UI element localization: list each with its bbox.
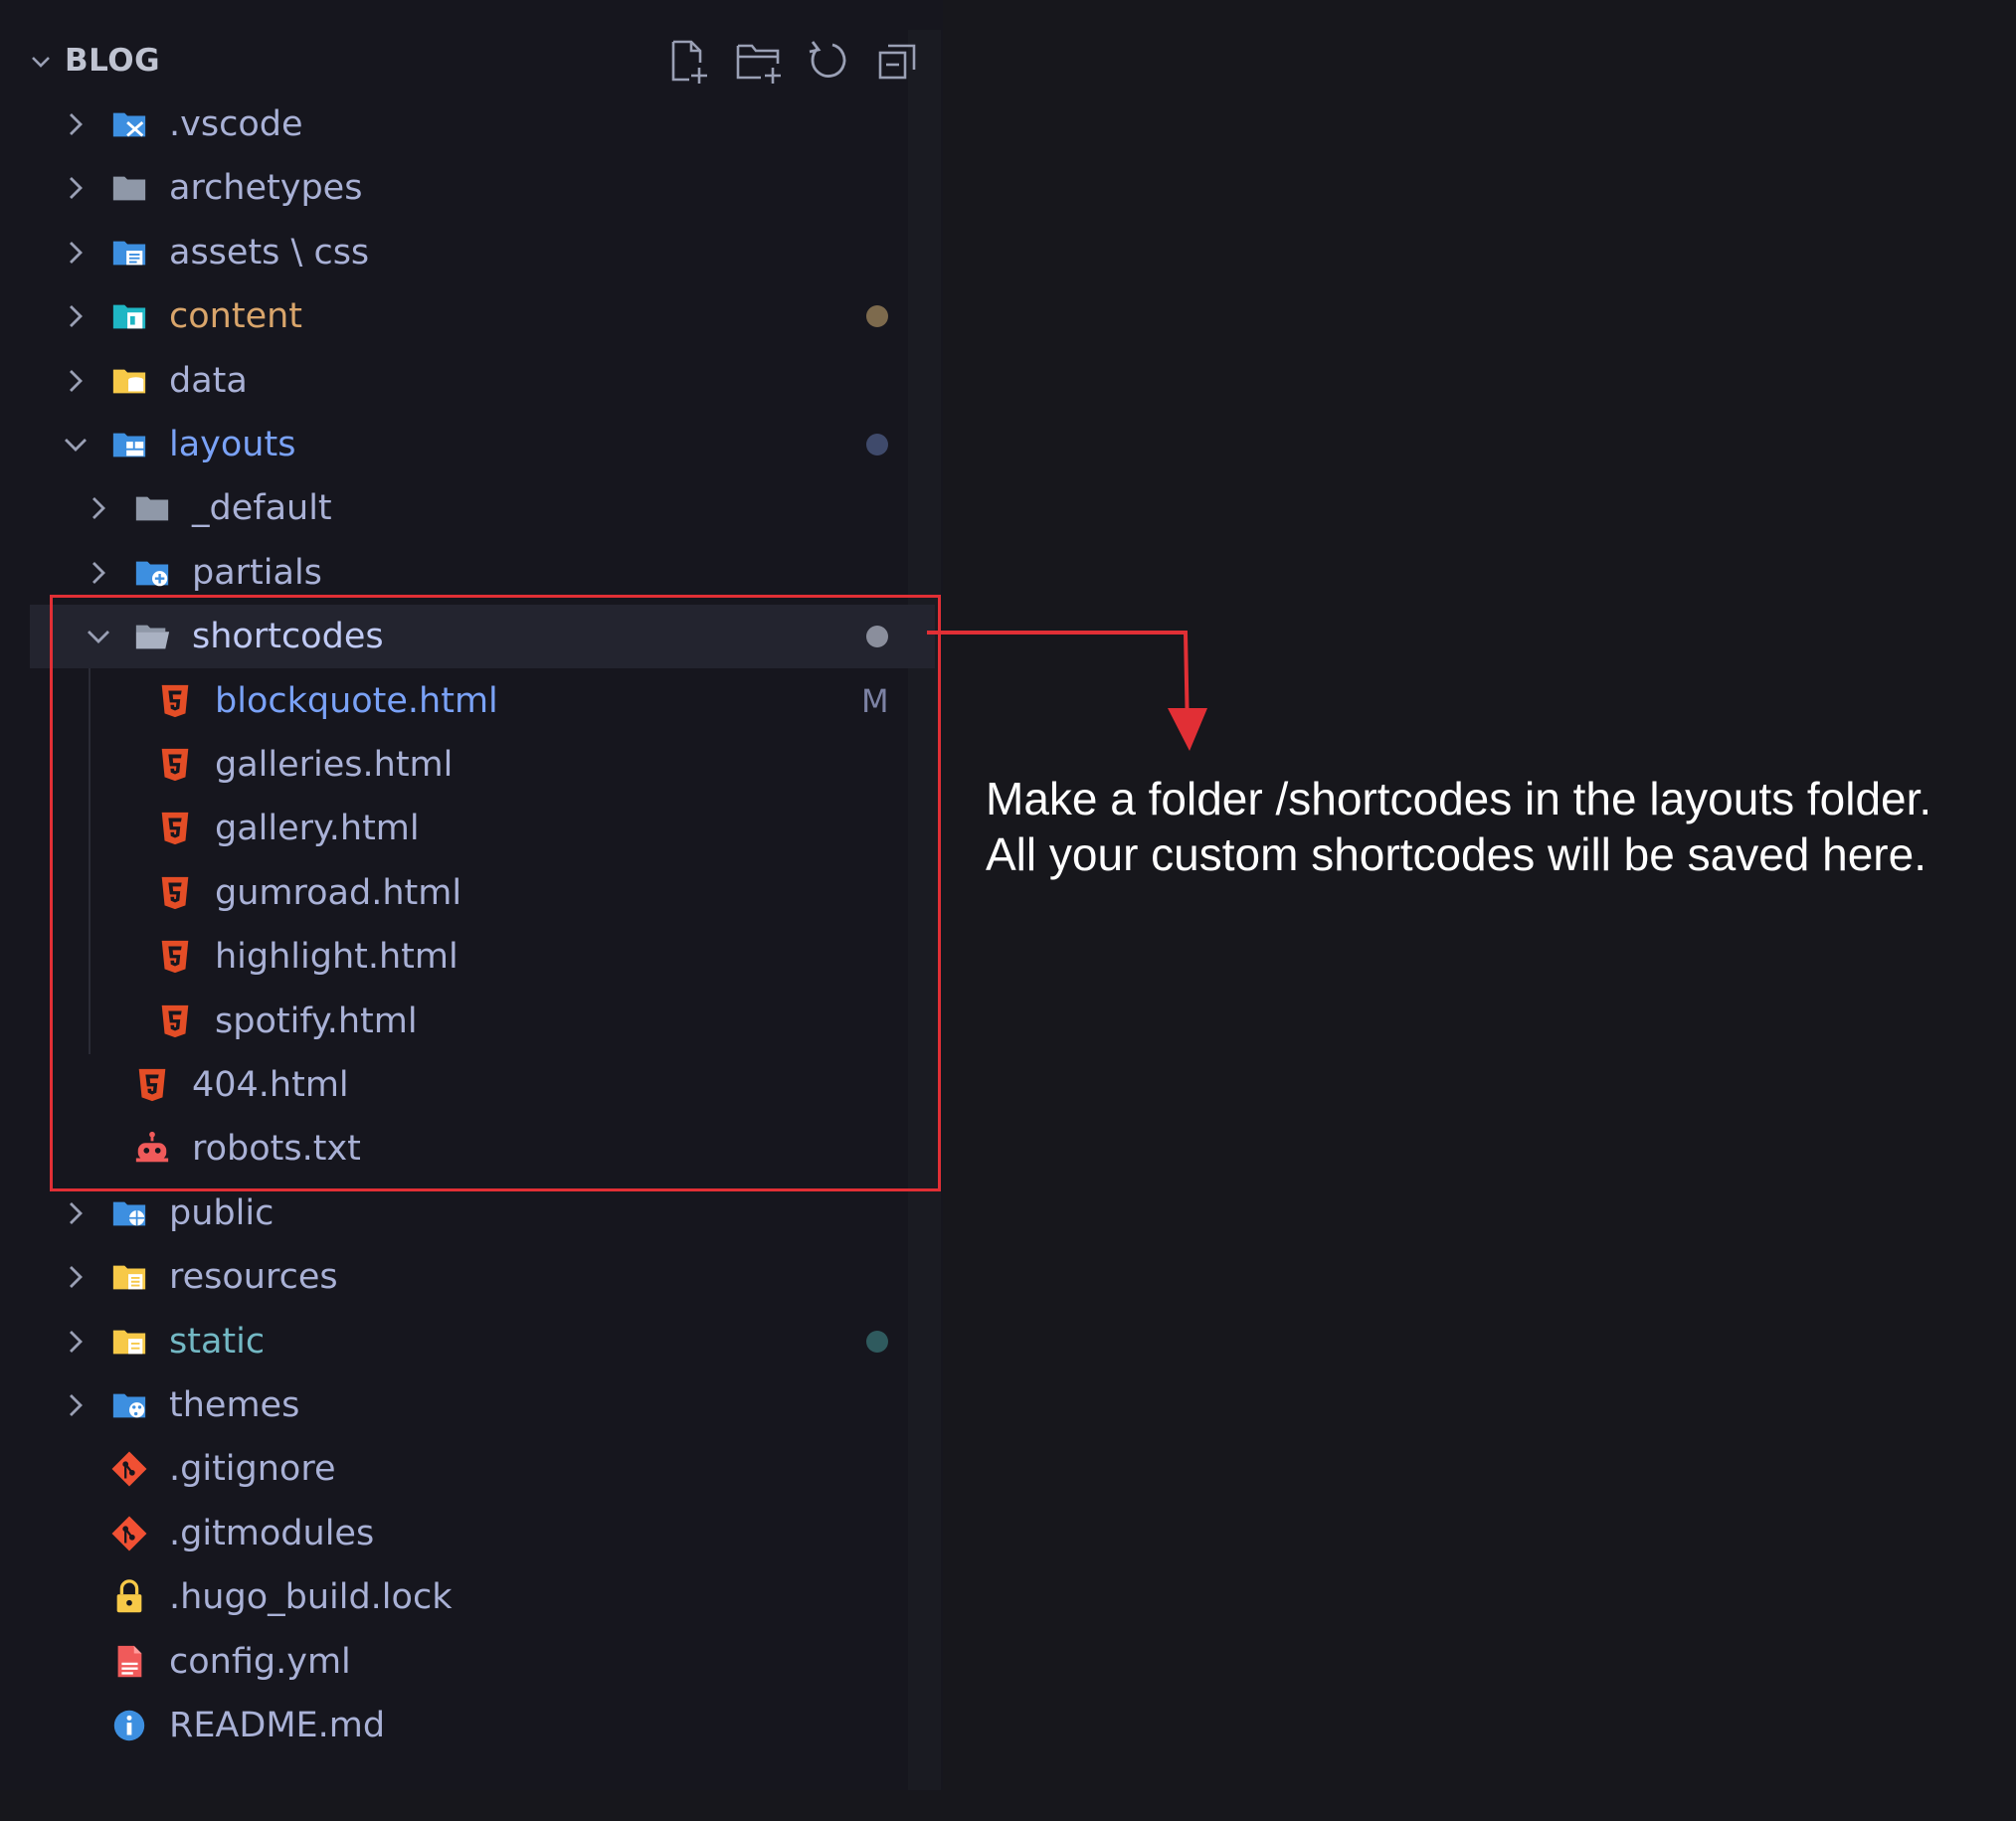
chevron-right-icon[interactable] [62, 1199, 90, 1227]
folder-icon [109, 169, 149, 207]
tree-folder-assets-css[interactable]: assets \ css [0, 221, 935, 284]
tree-file-hugo-build-lock[interactable]: .hugo_build.lock [0, 1565, 935, 1629]
folder-icon [132, 489, 172, 527]
tree-item-label: data [169, 360, 248, 401]
modified-dot [866, 305, 888, 328]
tree-folder-default[interactable]: _default [0, 476, 935, 540]
tree-folder-resources[interactable]: resources [0, 1245, 935, 1309]
tree-item-label: themes [169, 1385, 300, 1425]
resources-folder-icon [109, 1258, 149, 1296]
data-folder-icon [109, 362, 149, 400]
annotation-text: Make a folder /shortcodes in the layouts… [986, 771, 2010, 882]
tree-folder-content[interactable]: content [0, 284, 935, 348]
tree-file-gitignore[interactable]: .gitignore [0, 1437, 935, 1501]
chevron-right-icon[interactable] [85, 559, 112, 587]
tree-item-label: resources [169, 1257, 338, 1298]
tree-folder-data[interactable]: data [0, 349, 935, 413]
chevron-right-icon[interactable] [62, 367, 90, 395]
tree-item-label: static [169, 1321, 266, 1362]
tree-item-label: content [169, 296, 303, 337]
content-folder-icon [109, 297, 149, 335]
tree-item-label: _default [192, 488, 332, 529]
tree-item-label: README.md [169, 1706, 386, 1745]
modified-dot [866, 1330, 888, 1353]
tree-item-label: layouts [169, 425, 296, 464]
chevron-down-icon[interactable] [62, 431, 90, 458]
tree-folder-themes[interactable]: themes [0, 1373, 935, 1437]
partials-folder-icon [132, 554, 172, 592]
chevron-right-icon[interactable] [62, 239, 90, 267]
modified-dot [866, 434, 888, 455]
chevron-right-icon[interactable] [62, 1328, 90, 1356]
themes-folder-icon [109, 1386, 149, 1424]
tree-item-label: .hugo_build.lock [169, 1577, 453, 1618]
vscode-folder-icon [109, 105, 149, 143]
chevron-right-icon[interactable] [62, 302, 90, 330]
tree-item-label: .gitignore [169, 1449, 336, 1490]
tree-folder-layouts[interactable]: layouts [0, 413, 935, 476]
yaml-file-icon [109, 1643, 149, 1681]
tree-item-label: archetypes [169, 168, 363, 209]
annotation-line-1: Make a folder /shortcodes in the layouts… [986, 773, 1932, 824]
public-folder-icon [109, 1194, 149, 1232]
info-icon [109, 1707, 149, 1744]
tree-item-label: .vscode [169, 104, 303, 144]
tree-item-label: public [169, 1192, 275, 1233]
tree-item-label: .gitmodules [169, 1513, 375, 1553]
tree-folder-static[interactable]: static [0, 1310, 935, 1373]
chevron-right-icon[interactable] [62, 174, 90, 202]
chevron-right-icon[interactable] [62, 1391, 90, 1419]
highlight-box [50, 595, 941, 1191]
css-folder-icon [109, 234, 149, 272]
chevron-right-icon[interactable] [62, 1263, 90, 1291]
tree-file-readme-md[interactable]: README.md [0, 1694, 935, 1757]
tree-item-label: config.yml [169, 1641, 351, 1682]
arrow-annotation [927, 631, 1207, 751]
lock-icon [109, 1578, 149, 1616]
static-folder-icon [109, 1323, 149, 1361]
layouts-folder-icon [109, 426, 149, 463]
tree-file-config-yml[interactable]: config.yml [0, 1630, 935, 1694]
tree-item-label: partials [192, 552, 322, 593]
tree-file-gitmodules[interactable]: .gitmodules [0, 1502, 935, 1565]
annotation-line-2: All your custom shortcodes will be saved… [986, 828, 1926, 880]
chevron-right-icon[interactable] [85, 494, 112, 522]
git-icon [109, 1515, 149, 1552]
chevron-right-icon[interactable] [62, 110, 90, 138]
git-icon [109, 1450, 149, 1488]
tree-item-label: assets \ css [169, 232, 370, 273]
tree-folder-archetypes[interactable]: archetypes [0, 156, 935, 220]
tree-folder-vscode[interactable]: .vscode [0, 92, 935, 156]
